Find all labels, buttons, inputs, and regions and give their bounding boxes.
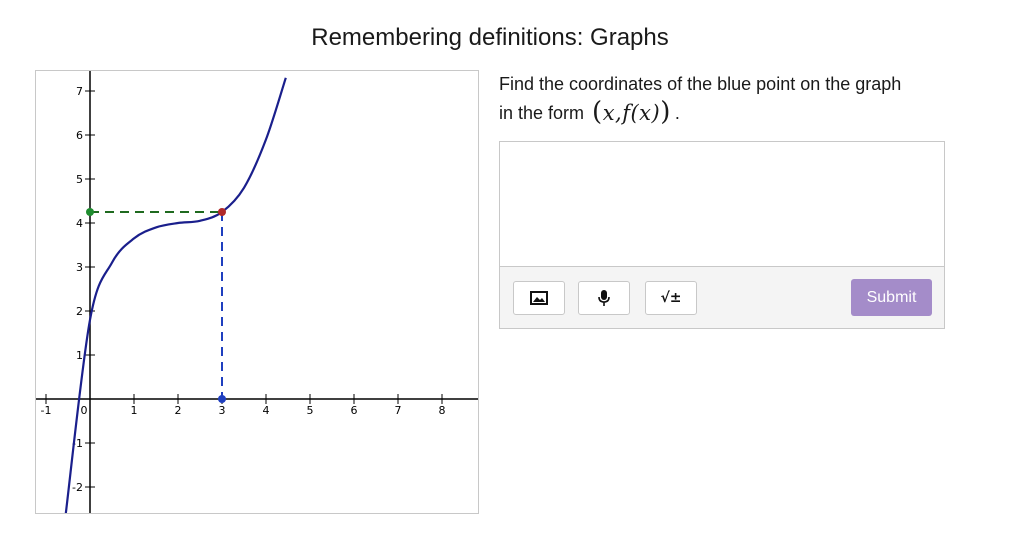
y-tick-label: 3 [76, 261, 83, 274]
x-tick-label: 5 [307, 404, 314, 417]
question-line-2: in the form (x,f(x)) . [499, 98, 959, 127]
x-tick-label: 2 [175, 404, 182, 417]
x-tick-label: 6 [351, 404, 358, 417]
page-title: Remembering definitions: Graphs [311, 24, 669, 51]
x-tick-label: 0 [81, 404, 88, 417]
math-symbols-icon: √± [660, 290, 682, 306]
y-tick-label: 1 [76, 349, 83, 362]
math-expression: (x,f(x)) [592, 97, 671, 127]
question-line-1: Find the coordinates of the blue point o… [499, 74, 902, 94]
x-tick-label: 3 [219, 404, 226, 417]
x-tick-label: 4 [263, 404, 270, 417]
answer-toolbar: √± Submit [500, 267, 944, 328]
answer-panel: √± Submit [499, 141, 945, 329]
y-tick-label: 7 [76, 85, 83, 98]
x-tick-label: 1 [131, 404, 138, 417]
x-tick-label: 7 [395, 404, 402, 417]
voice-input-button[interactable] [578, 281, 630, 315]
math-expression-body: x,f(x) [602, 101, 661, 125]
answer-input[interactable] [500, 142, 944, 267]
y-tick-label: 4 [76, 217, 83, 230]
submit-button[interactable]: Submit [851, 279, 932, 316]
microphone-icon [598, 290, 610, 306]
green-point [86, 208, 94, 216]
curve-point [218, 208, 226, 216]
y-tick-label: 5 [76, 173, 83, 186]
question-line-2-text: in the form [499, 102, 585, 123]
graph-panel: -1 0 1 2 3 4 5 6 7 8 7 6 5 4 3 2 1 -1 -2 [35, 70, 479, 514]
function-curve [64, 77, 287, 513]
function-graph: -1 0 1 2 3 4 5 6 7 87654321-1-2 [36, 71, 478, 513]
y-tick-label: 6 [76, 129, 83, 142]
insert-image-button[interactable] [513, 281, 565, 315]
x-tick-label: -1 [41, 404, 52, 417]
y-tick-label: 2 [76, 305, 83, 318]
question-period: . [674, 102, 680, 123]
question-prompt: Find the coordinates of the blue point o… [499, 70, 959, 127]
blue-point [218, 395, 226, 403]
math-input-button[interactable]: √± [645, 281, 697, 315]
image-icon [530, 291, 548, 305]
x-tick-label: 8 [439, 404, 446, 417]
y-tick-label: -2 [72, 481, 83, 494]
